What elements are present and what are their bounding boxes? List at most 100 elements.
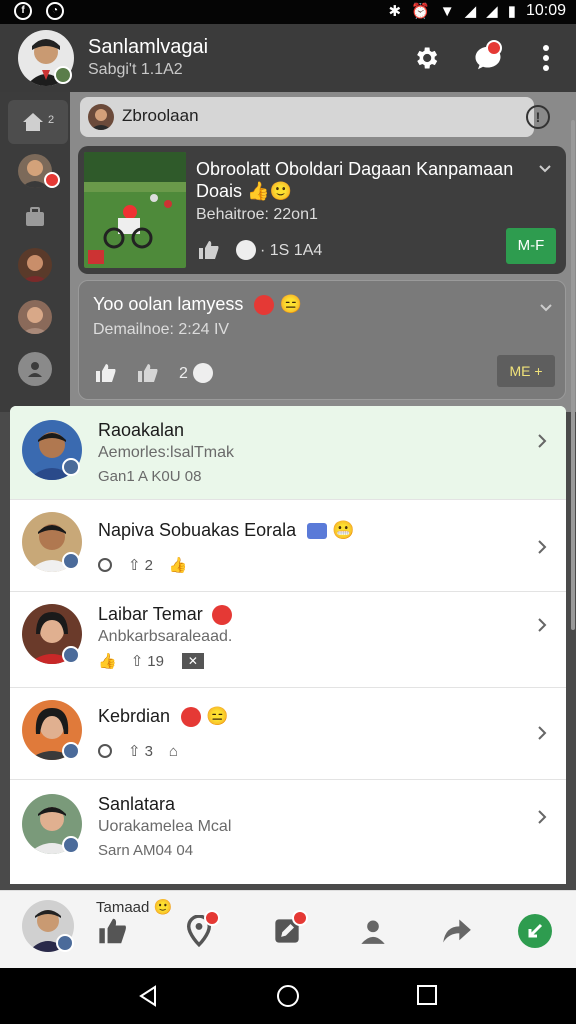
status-badge — [62, 742, 80, 760]
status-badge — [62, 552, 80, 570]
red-badge-icon — [254, 295, 275, 316]
status-badge — [54, 66, 72, 84]
contact-stats: ⇧ 2 👍 — [98, 556, 188, 574]
post-card-2[interactable]: Yoo oolan lamyess 😑 Demailnoe: 2:24 IV 2… — [78, 280, 566, 400]
contact-name-text: Laibar Temar — [98, 604, 203, 624]
status-badge — [62, 836, 80, 854]
like-icon[interactable] — [95, 363, 117, 383]
chevron-right-icon[interactable] — [536, 616, 548, 634]
contact-detail: Uorakamelea Mcal — [98, 818, 232, 835]
share-icon[interactable] — [137, 363, 159, 383]
nav-compose-icon[interactable] — [518, 914, 552, 948]
contact-name: Laibar Temar — [98, 604, 232, 626]
list-item[interactable]: Laibar Temar Anbkarbsaraleaad. 👍 ⇧ 19 ✕ — [10, 592, 566, 688]
post-card-1[interactable]: Obroolatt Oboldari Dagaan Kanpamaan Doai… — [78, 146, 566, 274]
contact-detail: Anbkarbsaraleaad. — [98, 628, 233, 645]
system-nav-bar — [0, 968, 576, 1024]
add-contact-icon[interactable] — [18, 352, 52, 386]
gear-icon[interactable] — [406, 38, 446, 78]
compose-text: Zbroolaan — [122, 106, 199, 125]
post-action-button[interactable]: ME + — [497, 355, 555, 387]
chevron-right-icon[interactable] — [536, 808, 548, 826]
app-header: Sanlamlvagai Sabgi't 1.1A2 — [0, 24, 576, 92]
repost-icon: ⇧ — [130, 653, 144, 670]
chevron-down-icon[interactable] — [539, 301, 553, 315]
chat-bubble-icon[interactable] — [468, 38, 508, 78]
close-box-icon[interactable]: ✕ — [181, 653, 204, 669]
contact-emoji: 😑 — [206, 706, 229, 726]
post-action-button[interactable]: M-F — [506, 228, 556, 264]
back-icon[interactable] — [136, 984, 160, 1008]
home-icon — [23, 113, 43, 131]
post-title-text: Obroolatt Oboldari Dagaan Kanpamaan Doai… — [196, 159, 514, 201]
chevron-right-icon[interactable] — [536, 724, 548, 742]
rail-home-button[interactable]: 2 — [8, 100, 68, 144]
list-item[interactable]: Sanlatara Uorakamelea Mcal Sarn AM04 04 — [10, 780, 566, 884]
list-item[interactable]: Raoakalan Aemorles:lsalTmak Gan1 A K0U 0… — [10, 406, 566, 500]
post-emoji: 😑 — [279, 294, 302, 314]
notification-badge — [486, 40, 502, 56]
alarm-icon: ⏰ — [411, 3, 430, 20]
contact-time: Gan1 A K0U 08 — [98, 468, 202, 485]
recents-icon[interactable] — [416, 984, 438, 1006]
post-title: Obroolatt Oboldari Dagaan Kanpamaan Doai… — [196, 158, 526, 202]
home-button-icon[interactable] — [276, 984, 300, 1008]
clock-icon — [98, 744, 112, 758]
like-icon[interactable] — [198, 240, 220, 260]
clock: 10:09 — [525, 2, 566, 19]
info-icon[interactable]: ! — [526, 105, 550, 129]
red-badge-icon — [181, 707, 202, 728]
reaction-icon — [236, 240, 256, 260]
like-icon[interactable]: 👍 — [169, 556, 188, 574]
rail-contact-2[interactable] — [18, 248, 52, 282]
mail-icon — [307, 523, 328, 540]
nav-badge — [204, 910, 220, 926]
wifi-icon: ▼ — [439, 2, 455, 20]
scrollbar[interactable] — [571, 120, 575, 630]
contact-name: Kebrdian 😑 — [98, 706, 229, 728]
nav-person-icon[interactable] — [356, 914, 390, 948]
contact-name: Raoakalan — [98, 420, 185, 440]
post-thumbnail[interactable] — [84, 152, 186, 268]
bluetooth-icon: ✱ — [388, 3, 402, 20]
nav-share-icon[interactable] — [440, 914, 474, 948]
rail-home-count: 2 — [48, 114, 55, 126]
repost-count: 3 — [144, 742, 153, 760]
repost-icon: ⇧ — [128, 743, 141, 760]
red-badge-icon — [211, 605, 232, 626]
nav-badge — [292, 910, 308, 926]
home-icon[interactable]: ⌂ — [169, 743, 178, 760]
chevron-right-icon[interactable] — [536, 538, 548, 556]
rail-contact-3[interactable] — [18, 300, 52, 334]
chevron-down-icon[interactable] — [538, 162, 552, 176]
repost-count: 2 — [144, 556, 153, 574]
like-icon[interactable]: 👍 — [98, 652, 117, 670]
contact-stats: 👍 ⇧ 19 ✕ — [98, 652, 204, 670]
chevron-right-icon[interactable] — [536, 432, 548, 450]
contact-name: Napiva Sobuakas Eorala 😬 — [98, 520, 355, 541]
post-emoji: 👍🙂 — [247, 181, 292, 201]
status-bar: f ◔ ✱ ⏰ ▼ ◢ ◢ ▮ 10:09 — [0, 0, 576, 24]
reaction-icon — [193, 363, 213, 383]
signal-icon: ◢ — [464, 3, 477, 20]
post-title: Yoo oolan lamyess 😑 — [93, 293, 513, 316]
clock-icon — [98, 558, 112, 572]
briefcase-icon[interactable] — [24, 206, 46, 228]
post-stats: · 1S 1A4 — [260, 242, 323, 259]
post-title-text: Yoo oolan lamyess — [93, 294, 244, 314]
post-stats: 2 — [179, 365, 188, 382]
more-vert-icon[interactable] — [526, 38, 566, 78]
compose-bar[interactable]: Zbroolaan — [80, 97, 534, 137]
contact-name-text: Kebrdian — [98, 706, 171, 726]
list-item[interactable]: Kebrdian 😑 ⇧ 3 ⌂ — [10, 688, 566, 780]
status-badge — [62, 646, 80, 664]
contact-emoji: 😬 — [332, 520, 355, 540]
post-meta: Demailnoe: 2:24 IV — [93, 321, 230, 338]
status-badge — [62, 458, 80, 476]
post-meta: Behaitroe: 22on1 — [196, 206, 318, 223]
nav-like-icon[interactable] — [96, 914, 130, 948]
page-title: Sanlamlvagai — [88, 36, 209, 58]
list-item[interactable]: Napiva Sobuakas Eorala 😬 ⇧ 2 👍 — [10, 500, 566, 592]
contact-list: Raoakalan Aemorles:lsalTmak Gan1 A K0U 0… — [10, 406, 566, 884]
app-notification-icon: ◔ — [46, 2, 64, 20]
